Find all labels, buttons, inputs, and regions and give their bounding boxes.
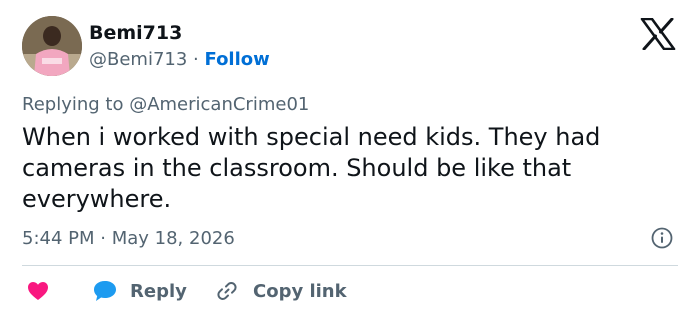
copy-link-label: Copy link [253, 280, 347, 302]
tweet-time[interactable]: 5:44 PM [22, 228, 95, 249]
divider [22, 265, 678, 266]
author-handle-row: @Bemi713 · Follow [89, 47, 270, 73]
reply-label: Reply [130, 280, 187, 302]
tweet-text: When i worked with special need kids. Th… [22, 123, 601, 213]
tweet-date[interactable]: May 18, 2026 [112, 228, 235, 249]
action-bar: Reply Copy link [22, 276, 678, 306]
reply-prefix: Replying to [22, 94, 130, 115]
reply-mention[interactable]: @AmericanCrime01 [129, 94, 309, 115]
author-display-name[interactable]: Bemi713 [89, 20, 182, 46]
follow-button[interactable]: Follow [205, 49, 270, 70]
tweet-card: Bemi713 @Bemi713 · Follow Replying to @A… [0, 0, 700, 318]
info-icon[interactable] [651, 227, 673, 249]
x-logo-icon[interactable] [640, 17, 676, 51]
avatar[interactable] [22, 16, 82, 76]
heart-icon[interactable] [26, 279, 50, 303]
tweet-meta: 5:44 PM · May 18, 2026 [22, 226, 235, 252]
link-icon [215, 279, 239, 303]
meta-separator: · [94, 228, 112, 249]
chat-bubble-icon [92, 279, 118, 303]
reply-button[interactable]: Reply [92, 276, 187, 306]
copy-link-button[interactable]: Copy link [215, 276, 347, 306]
handle-separator: · [187, 49, 205, 70]
reply-context: Replying to @AmericanCrime01 [22, 92, 309, 118]
author-handle[interactable]: @Bemi713 [89, 49, 187, 70]
